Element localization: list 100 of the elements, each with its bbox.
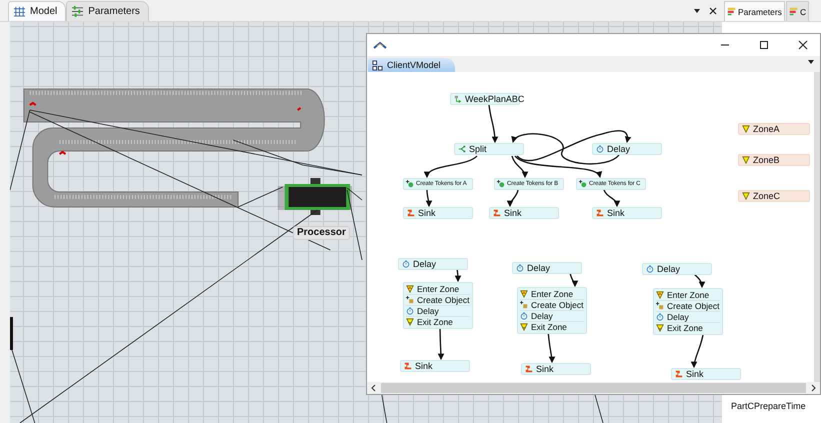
connector-line	[594, 394, 604, 423]
process-node[interactable]: Delay	[398, 258, 468, 270]
process-node[interactable]: Sink	[400, 360, 470, 372]
zone-node[interactable]: ZoneC	[738, 190, 810, 202]
activity-label: Exit Zone	[531, 322, 567, 332]
node-label: Delay	[607, 144, 630, 154]
exit-zone-icon	[406, 318, 414, 326]
activity-label: Enter Zone	[531, 289, 574, 299]
branch-icon	[458, 145, 466, 153]
scroll-right-icon[interactable]	[809, 384, 817, 392]
dropdown-icon[interactable]	[807, 58, 815, 66]
editor-tab[interactable]: Model	[8, 1, 66, 21]
connector-line	[381, 394, 388, 423]
box-plus-icon	[406, 296, 414, 304]
node-label: Sink	[686, 369, 704, 379]
activity-block[interactable]: Enter Zone Create Object Delay Exit Zone	[653, 288, 723, 335]
process-node[interactable]: Delay	[592, 143, 662, 155]
sink-icon	[675, 370, 683, 378]
node-label: Sink	[418, 208, 436, 218]
node-label: Delay	[527, 263, 550, 273]
sink-icon	[404, 362, 412, 370]
panel-tab[interactable]: C	[786, 1, 810, 21]
flow-arrow	[454, 268, 462, 282]
editor-tab[interactable]: Parameters	[66, 1, 149, 21]
stopwatch-icon	[406, 307, 414, 315]
flow-arrow	[425, 156, 478, 178]
activity-label: Create Object	[531, 300, 584, 310]
stopwatch-icon	[656, 313, 664, 321]
triangle-icon	[742, 156, 750, 164]
dropdown-icon[interactable]	[693, 7, 701, 15]
triangle-icon	[742, 125, 750, 133]
diagram-icon	[371, 60, 384, 70]
object-label: Processor	[293, 226, 350, 240]
node-label: Delay	[657, 264, 680, 274]
sliders-icon	[71, 6, 84, 17]
zone-node[interactable]: ZoneA	[738, 123, 810, 135]
process-node[interactable]: Sink	[521, 363, 591, 375]
flow-source-icon	[454, 95, 462, 103]
exit-zone-icon	[520, 323, 528, 331]
activity-label: Delay	[531, 311, 553, 321]
node-label: Split	[469, 144, 487, 154]
process-node[interactable]: Delay	[642, 263, 712, 275]
activity-block[interactable]: Enter Zone Create Object Delay Exit Zone	[517, 287, 587, 334]
flow-arrow	[569, 272, 578, 288]
node-label: Sink	[504, 208, 522, 218]
horizontal-scrollbar[interactable]	[367, 382, 820, 394]
enter-zone-icon	[406, 285, 414, 293]
node-label: Delay	[413, 259, 436, 269]
parameter-item[interactable]: PartCPrepareTime	[731, 401, 821, 411]
process-node[interactable]: Sink	[403, 207, 473, 219]
activity-label: Create Object	[667, 301, 720, 311]
grid-icon	[13, 6, 26, 17]
process-node[interactable]: Delay	[512, 262, 582, 274]
activity-label: Enter Zone	[667, 290, 710, 300]
flow-arrow	[692, 272, 705, 288]
sink-icon	[596, 209, 604, 217]
activity-label: Delay	[417, 306, 439, 316]
activity-label: Delay	[667, 312, 689, 322]
exit-zone-icon	[656, 324, 664, 332]
process-node[interactable]: Sink	[671, 368, 741, 380]
flow-arrow	[507, 190, 519, 208]
stopwatch-icon	[516, 264, 524, 272]
flow-arrow	[426, 190, 432, 208]
sink-icon	[493, 209, 501, 217]
stopwatch-icon	[520, 312, 528, 320]
node-label: ZoneA	[753, 124, 780, 134]
process-node[interactable]: Sink	[489, 207, 559, 219]
flow-arrow	[603, 190, 620, 208]
close-icon[interactable]	[709, 7, 717, 15]
activity-label: Exit Zone	[417, 317, 453, 327]
process-node[interactable]: Split	[454, 143, 524, 155]
stopwatch-icon	[596, 145, 604, 153]
close-icon[interactable]	[798, 40, 808, 50]
app-logo-icon	[373, 41, 387, 49]
process-node[interactable]: Sink	[592, 207, 662, 219]
enter-zone-icon	[520, 290, 528, 298]
object-edge-drawing	[10, 317, 13, 350]
maximize-icon[interactable]	[759, 40, 769, 50]
sink-icon	[407, 209, 415, 217]
activity-block[interactable]: Enter Zone Create Object Delay Exit Zone	[403, 282, 473, 329]
node-label: ZoneB	[753, 155, 780, 165]
node-label: ZoneC	[753, 191, 780, 201]
activity-label: Exit Zone	[667, 323, 703, 333]
box-plus-icon	[520, 301, 528, 309]
activity-label: Enter Zone	[417, 284, 460, 294]
activity-label: Create Object	[417, 295, 470, 305]
vertical-scrollbar[interactable]	[814, 72, 820, 382]
node-label: Sink	[536, 364, 554, 374]
box-plus-icon	[656, 302, 664, 310]
sink-icon	[525, 365, 533, 373]
bars-icon	[727, 7, 736, 16]
scroll-left-icon[interactable]	[370, 384, 378, 392]
bars-icon	[788, 7, 798, 16]
panel-tab[interactable]: Parameters	[724, 1, 785, 21]
zone-node[interactable]: ZoneB	[738, 154, 810, 166]
node-label: Sink	[607, 208, 625, 218]
enter-zone-icon	[656, 291, 664, 299]
flow-arrow	[488, 104, 498, 144]
diagram-tab[interactable]: ClientVModel	[368, 58, 455, 72]
stopwatch-icon	[402, 260, 410, 268]
